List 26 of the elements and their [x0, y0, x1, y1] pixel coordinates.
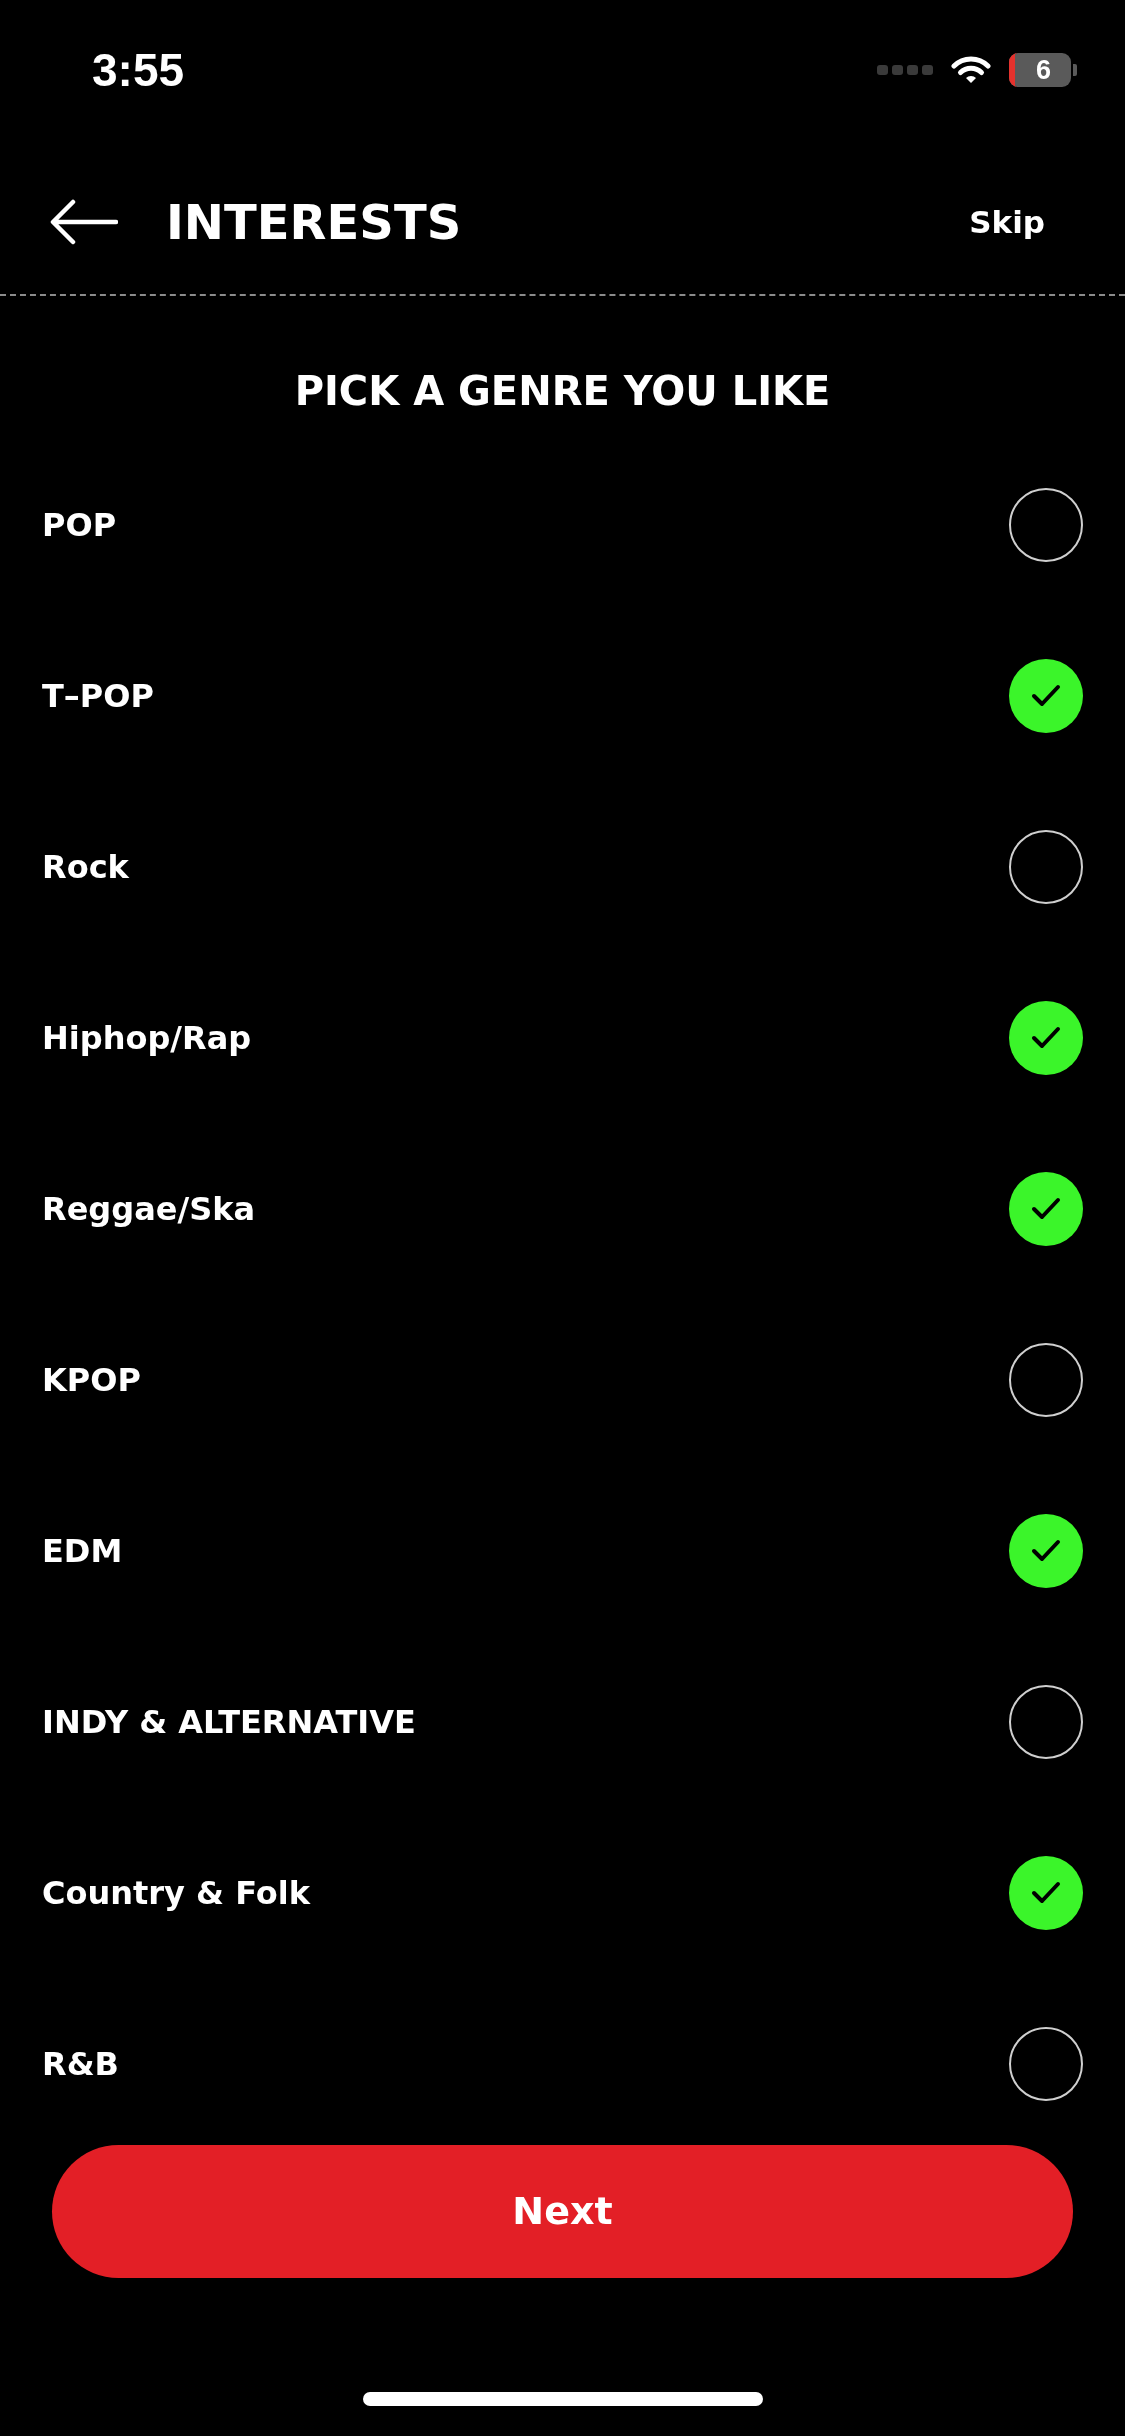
checkmark-icon — [1031, 1026, 1061, 1050]
genre-label: Hiphop/Rap — [42, 1022, 252, 1054]
checkmark-icon — [1031, 1881, 1061, 1905]
wifi-icon — [951, 55, 991, 85]
next-button[interactable]: Next — [52, 2145, 1073, 2278]
battery-percentage: 6 — [1036, 57, 1052, 84]
status-time: 3:55 — [92, 47, 185, 93]
genre-label: INDY & ALTERNATIVE — [42, 1706, 416, 1738]
page-title: INTERESTS — [166, 198, 462, 246]
genre-label: R&B — [42, 2048, 119, 2080]
genre-label: POP — [42, 509, 117, 541]
battery-icon — [1009, 53, 1077, 87]
genre-label: T–POP — [42, 680, 154, 712]
genre-prompt: PICK A GENRE YOU LIKE — [294, 369, 831, 413]
genre-label: KPOP — [42, 1364, 141, 1396]
genre-label: Country & Folk — [42, 1877, 310, 1909]
genre-label: Reggae/Ska — [42, 1193, 256, 1225]
checkmark-icon — [1031, 684, 1061, 708]
signal-icon — [877, 64, 933, 76]
skip-button[interactable]: Skip — [969, 206, 1045, 238]
genre-label: Rock — [42, 851, 129, 883]
back-button[interactable] — [50, 199, 118, 245]
checkmark-icon — [1031, 1539, 1061, 1563]
checkmark-icon — [1031, 1197, 1061, 1221]
back-arrow-icon — [50, 199, 118, 245]
genre-label: EDM — [42, 1535, 123, 1567]
